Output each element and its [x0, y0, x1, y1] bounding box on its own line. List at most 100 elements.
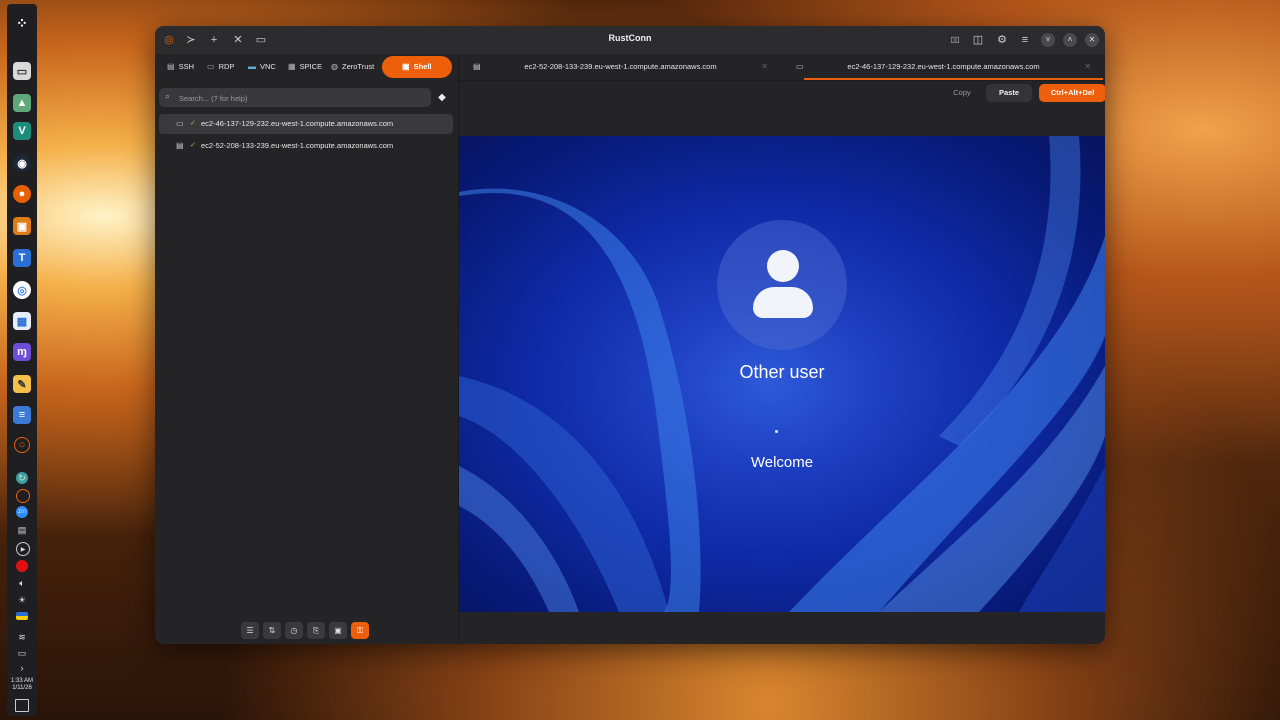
tray-sync-icon[interactable]: ↻	[16, 472, 28, 484]
spice-icon: ▦	[288, 62, 296, 71]
tab-rdp-label: RDP	[218, 62, 235, 71]
close-tab-icon[interactable]: ✕	[1084, 54, 1091, 80]
minimize-button[interactable]: ˅	[1041, 33, 1055, 47]
tab-spice-label: SPICE	[299, 62, 323, 71]
header-bar: ◎ ≻ + ✕ ▭ RustConn ▯▯ ◫ ⚙ ≡ ˅ ˄ ✕	[155, 26, 1105, 54]
tab-rdp[interactable]: ▭ RDP	[207, 56, 234, 78]
taskbar-time: 1:33 AM	[10, 678, 33, 684]
taskbar-clock[interactable]: 1:33 AM 1/11/26	[7, 678, 37, 692]
sidebar-toggle-icon[interactable]: ◫	[971, 33, 985, 47]
app-launcher-icon[interactable]: ⁘	[13, 14, 31, 32]
sidebar-toolbar: ☰ ⇅ ◷ ⎘ ▣ ⚿	[241, 622, 369, 640]
tray-keyboard-layout-icon[interactable]	[16, 612, 28, 620]
text-editor-icon[interactable]: ✎	[13, 375, 31, 393]
window-title: RustConn	[608, 33, 652, 43]
import-icon[interactable]: ⎘	[307, 622, 325, 639]
monitor-icon: ▭	[207, 62, 215, 71]
package-icon[interactable]: ▣	[13, 217, 31, 235]
list-view-icon[interactable]: ☰	[241, 622, 259, 639]
connection-row[interactable]: ▤ ✓ ec2-52-208-133-239.eu-west-1.compute…	[159, 136, 453, 156]
main-menu-icon[interactable]: ≡	[1018, 33, 1032, 47]
steam-icon[interactable]: ◉	[13, 154, 31, 172]
split-view-icon[interactable]: ▯▯	[948, 33, 962, 47]
search-box: ⌕	[159, 88, 431, 109]
search-input[interactable]	[177, 88, 429, 109]
sort-icon[interactable]: ⇅	[263, 622, 281, 639]
tab-shell-label: Shell	[413, 62, 432, 71]
image-viewer-icon[interactable]: ▲	[13, 94, 31, 112]
shell-icon: ▣	[402, 62, 410, 71]
tray-wifi-icon[interactable]: ≋	[16, 631, 28, 643]
login-status-text: Welcome	[750, 454, 814, 471]
tab-ssh[interactable]: ▤ SSH	[167, 56, 194, 78]
connections-sidebar: ▤ SSH ▭ RDP ▬ VNC ▦ SPICE ◍ ZeroTrust ▣ …	[155, 54, 459, 644]
mastodon-icon[interactable]: ɱ	[13, 343, 31, 361]
chrome-icon[interactable]: ◎	[13, 281, 31, 299]
calendar-icon[interactable]: ▦	[13, 312, 31, 330]
tab-divider	[459, 80, 1105, 81]
tab-vnc-label: VNC	[260, 62, 276, 71]
login-user-name: Other user	[739, 362, 825, 382]
user-avatar-head-icon	[767, 250, 799, 282]
code-editor-icon[interactable]: V	[13, 122, 31, 140]
firefox-icon[interactable]: ●	[13, 185, 31, 203]
search-icon: ⌕	[165, 91, 171, 101]
session-tab[interactable]: ▤ ec2-52-208-133-239.eu-west-1.compute.a…	[459, 54, 782, 80]
tab-zerotrust-label: ZeroTrust	[341, 62, 375, 71]
connection-label: ec2-46-137-129-232.eu-west-1.compute.ama…	[201, 119, 394, 128]
settings-gear-icon[interactable]: ⚙	[995, 33, 1009, 47]
file-manager-icon[interactable]: ▭	[13, 62, 31, 80]
left-dock: ⁘ ▭ ▲ V ◉ ● ▣ T ◎ ▦ ɱ ✎ ≡ ○ ↻ zm ▤ ▶ 🔈︎ …	[7, 4, 37, 716]
tab-spice[interactable]: ▦ SPICE	[288, 56, 322, 78]
close-window-button[interactable]: ✕	[1085, 33, 1099, 47]
connection-row[interactable]: ▭ ✓ ec2-46-137-129-232.eu-west-1.compute…	[159, 114, 453, 134]
session-tab-label: ec2-46-137-129-232.eu-west-1.compute.ama…	[847, 62, 1040, 71]
display-icon: ▬	[248, 62, 256, 71]
connection-label: ec2-52-208-133-239.eu-west-1.compute.ama…	[201, 141, 394, 150]
tab-zerotrust[interactable]: ◍ ZeroTrust	[331, 56, 374, 78]
tray-volume-icon[interactable]: 🔈︎	[16, 577, 28, 589]
tray-clipboard-icon[interactable]: ▤	[16, 524, 28, 536]
tab-ssh-label: SSH	[178, 62, 194, 71]
tab-shell[interactable]: ▣ Shell	[382, 56, 452, 78]
translate-icon[interactable]: T	[13, 249, 31, 267]
quick-connect-icon[interactable]: ≻	[184, 33, 198, 47]
connected-check-icon: ✓	[190, 120, 196, 127]
maximize-button[interactable]: ˄	[1063, 33, 1077, 47]
add-connection-icon[interactable]: +	[207, 33, 221, 47]
terminal-icon: ▤	[167, 62, 175, 71]
tray-expand-icon[interactable]: ›	[16, 662, 28, 674]
close-tab-icon[interactable]: ✕	[761, 54, 768, 80]
tray-brightness-icon[interactable]: ☀	[16, 594, 28, 606]
globe-icon: ◍	[331, 62, 338, 71]
remote-desktop-view[interactable]: Other user Welcome	[459, 136, 1105, 612]
session-tab-active[interactable]: ▭ ec2-46-137-129-232.eu-west-1.compute.a…	[782, 54, 1105, 80]
filter-help-icon[interactable]: ◆	[436, 92, 448, 104]
remove-connection-icon[interactable]: ✕	[231, 33, 245, 47]
ssh-terminal-icon: ▤	[176, 141, 184, 150]
copy-button[interactable]: Copy	[946, 84, 978, 102]
notes-icon[interactable]: ≡	[13, 406, 31, 424]
tray-zoom-icon[interactable]: zm	[16, 506, 28, 518]
app-logo-icon: ◎	[164, 34, 174, 46]
rustconn-icon[interactable]: ○	[14, 437, 30, 453]
taskbar-date: 1/11/26	[12, 685, 32, 691]
tray-rustconn-icon[interactable]	[16, 489, 30, 503]
save-icon[interactable]: ▣	[329, 622, 347, 639]
history-icon[interactable]: ◷	[285, 622, 303, 639]
tab-vnc[interactable]: ▬ VNC	[248, 56, 276, 78]
tray-media-icon[interactable]: ▶	[16, 542, 30, 556]
ctrl-alt-del-button[interactable]: Ctrl+Alt+Del	[1039, 84, 1105, 102]
session-tab-label: ec2-52-208-133-239.eu-west-1.compute.ama…	[524, 62, 717, 71]
tray-record-icon[interactable]	[16, 560, 28, 572]
folder-icon[interactable]: ▭	[254, 33, 268, 47]
rustconn-window: ◎ ≻ + ✕ ▭ RustConn ▯▯ ◫ ⚙ ≡ ˅ ˄ ✕ ▤ SSH …	[155, 26, 1105, 644]
tray-battery-icon[interactable]: ▭	[16, 647, 28, 659]
user-avatar-body-icon	[753, 287, 813, 318]
session-area: ▤ ec2-52-208-133-239.eu-west-1.compute.a…	[459, 54, 1105, 644]
show-desktop-button[interactable]	[15, 699, 29, 712]
connected-check-icon: ✓	[190, 142, 196, 149]
key-icon[interactable]: ⚿	[351, 622, 369, 639]
user-avatar	[717, 220, 847, 350]
paste-button[interactable]: Paste	[986, 84, 1032, 102]
